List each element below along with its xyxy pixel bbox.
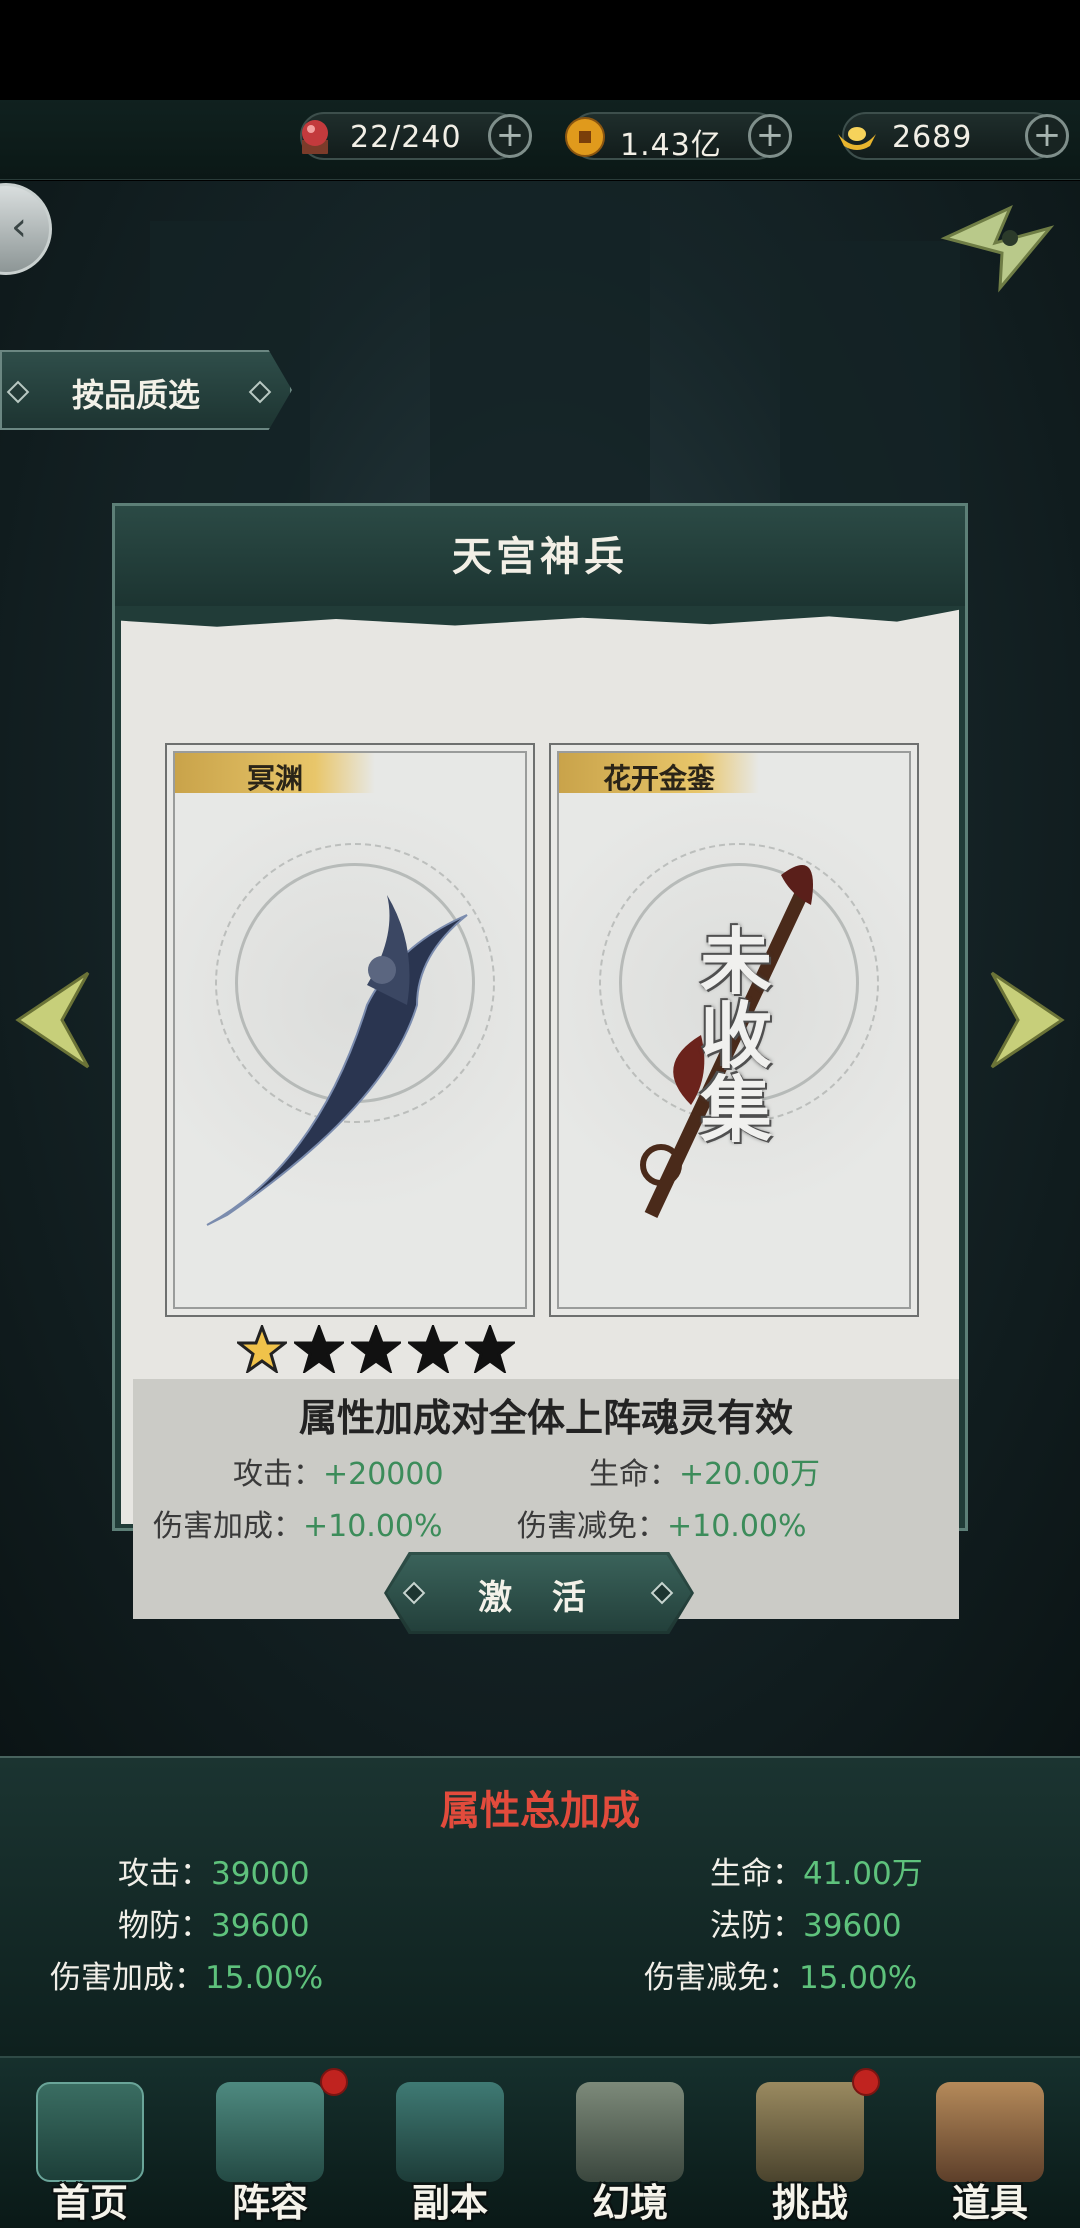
notification-badge: [320, 2068, 348, 2096]
nav-home[interactable]: 首页: [0, 2058, 180, 2228]
total-hp: 生命：41.00万: [710, 1856, 923, 1892]
weapon-card-huakaijinluan[interactable]: 未收集 花开金銮: [549, 743, 919, 1317]
star-rating: [237, 1325, 517, 1373]
star-filled-icon: [237, 1325, 287, 1373]
star-empty-icon: [351, 1325, 402, 1373]
dungeon-icon: [396, 2082, 504, 2182]
total-damage-reduction: 伤害减免：15.00%: [644, 1960, 918, 1996]
stat-attack: 攻击：+20000: [233, 1457, 444, 1492]
weapon-name-tag: 花开金銮: [559, 753, 759, 795]
total-attribute-summary: 属性总加成 攻击：39000 生命：41.00万 物防：39600 法防：396…: [0, 1756, 1080, 2056]
add-coins-button[interactable]: +: [748, 114, 792, 158]
lineup-icon: [216, 2082, 324, 2182]
nav-challenge[interactable]: 挑战: [720, 2058, 900, 2228]
star-empty-icon: [408, 1325, 459, 1373]
quality-filter-button[interactable]: 按品质选: [0, 350, 292, 430]
activate-button[interactable]: 激 活: [384, 1552, 694, 1634]
total-damage-bonus: 伤害加成：15.00%: [50, 1960, 324, 1996]
quality-filter-label: 按品质选: [72, 376, 201, 414]
coin-icon: [565, 117, 605, 157]
items-icon: [936, 2082, 1044, 2182]
next-page-arrow[interactable]: [988, 965, 1068, 1075]
star-empty-icon: [294, 1325, 345, 1373]
weapon-card-mingyuan[interactable]: 冥渊: [165, 743, 535, 1317]
guild-emblem-icon[interactable]: [940, 198, 1060, 298]
weapon-name: 冥渊: [246, 762, 303, 795]
uncollected-label: 未收集: [699, 919, 772, 1152]
illusion-icon: [576, 2082, 684, 2182]
resource-stamina: 22/240 +: [300, 112, 532, 160]
panel-title: 天宫神兵: [452, 533, 628, 580]
chevron-left-icon: ‹: [11, 204, 27, 250]
add-ingots-button[interactable]: +: [1025, 114, 1069, 158]
bonus-scope-text: 属性加成对全体上阵魂灵有效: [298, 1395, 793, 1440]
weapon-name-tag: 冥渊: [175, 753, 375, 795]
nav-illusion[interactable]: 幻境: [540, 2058, 720, 2228]
resource-bar: 22/240 + 1.43亿 + 2689 +: [0, 100, 1080, 180]
scythe-blade-icon: [206, 895, 468, 1226]
nav-dungeon[interactable]: 副本: [360, 2058, 540, 2228]
total-attack: 攻击：39000: [118, 1856, 310, 1892]
activate-label: 激 活: [478, 1578, 600, 1618]
resource-coins: 1.43亿 +: [565, 112, 792, 163]
coins-value: 1.43亿: [620, 128, 722, 163]
summary-title: 属性总加成: [440, 1787, 640, 1834]
panel-body: 冥渊 未收集 花开金銮 属性加成对全体上阵魂灵有效 攻击：+20000 生命：+…: [121, 606, 959, 1619]
home-icon: [36, 2082, 144, 2182]
notification-badge: [852, 2068, 880, 2096]
red-orb-icon: [302, 120, 328, 154]
stat-damage-bonus: 伤害加成：+10.00%: [153, 1509, 443, 1544]
gold-ingot-icon: [838, 127, 876, 150]
ingots-value: 2689: [892, 120, 973, 155]
stat-damage-reduction: 伤害减免：+10.00%: [517, 1509, 807, 1544]
diamond-ornament-icon: [6, 380, 30, 404]
total-physical-defense: 物防：39600: [118, 1908, 310, 1944]
challenge-icon: [756, 2082, 864, 2182]
total-magic-defense: 法防：39600: [710, 1908, 902, 1944]
star-empty-icon: [465, 1325, 516, 1373]
weapon-collection-panel: 天宫神兵 冥渊 未收集 花开金銮 属性加成对全体上阵魂灵有效 攻击：+20000…: [112, 503, 968, 1619]
resource-ingots: 2689 +: [838, 112, 1069, 160]
nav-items[interactable]: 道具: [900, 2058, 1080, 2228]
panel-header: 天宫神兵: [115, 506, 965, 606]
nav-lineup[interactable]: 阵容: [180, 2058, 360, 2228]
stamina-value: 22/240: [350, 120, 462, 155]
weapon-name: 花开金銮: [602, 762, 715, 795]
previous-page-arrow[interactable]: [12, 965, 92, 1075]
diamond-ornament-icon: [248, 380, 272, 404]
bottom-navigation: 首页 阵容 副本 幻境 挑战 道具: [0, 2056, 1080, 2228]
status-bar: [0, 0, 1080, 100]
stat-hp: 生命：+20.00万: [589, 1457, 821, 1492]
add-stamina-button[interactable]: +: [488, 114, 532, 158]
